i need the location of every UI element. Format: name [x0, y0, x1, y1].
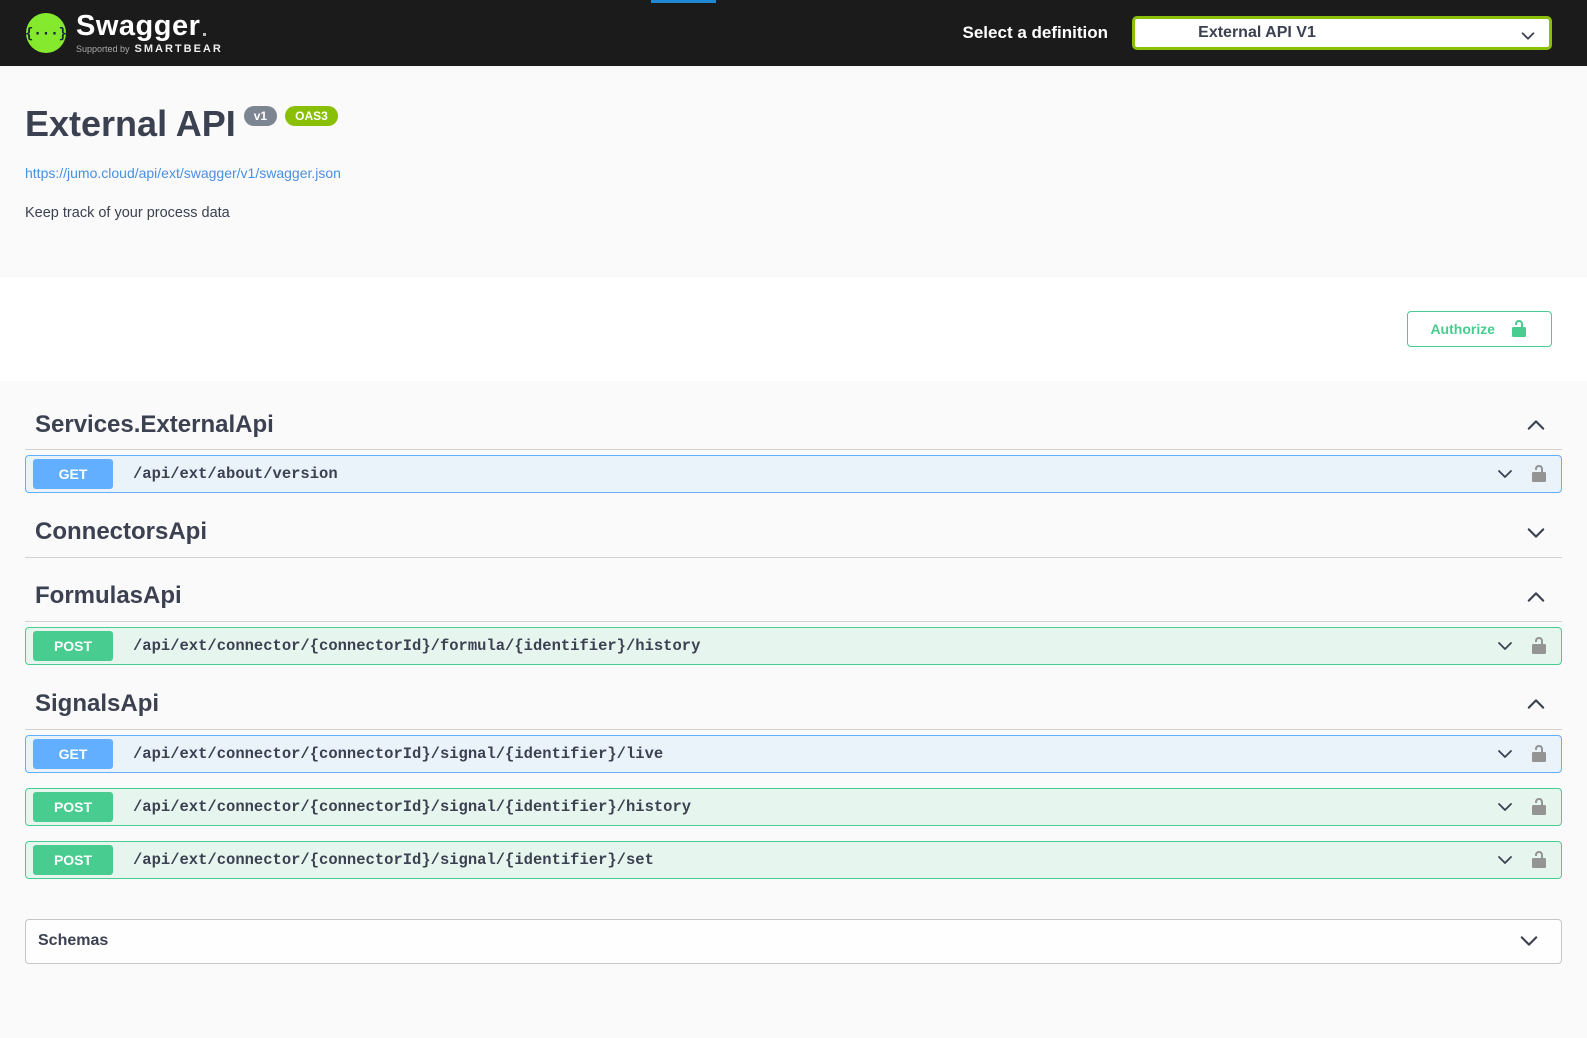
- chevron-up-icon: [1524, 585, 1548, 609]
- chevron-down-icon: [1495, 797, 1515, 817]
- operation-path: /api/ext/connector/{connectorId}/signal/…: [133, 851, 654, 869]
- unlock-icon: [1529, 797, 1549, 817]
- operation-row-formula-history[interactable]: POST /api/ext/connector/{connectorId}/fo…: [25, 627, 1562, 665]
- chevron-down-icon: [1517, 929, 1541, 953]
- unlock-icon: [1529, 464, 1549, 484]
- section-title: SignalsApi: [35, 690, 159, 719]
- accent-strip: [651, 0, 716, 3]
- chevron-up-icon: [1524, 692, 1548, 716]
- operation-row-about-version[interactable]: GET /api/ext/about/version: [25, 455, 1562, 493]
- unlock-icon: [1529, 850, 1549, 870]
- unlock-icon: [1509, 319, 1529, 339]
- schemas-section[interactable]: Schemas: [25, 919, 1562, 964]
- chevron-down-icon: [1495, 850, 1515, 870]
- section-formulasapi: FormulasApi POST /api/ext/connector/{con…: [25, 572, 1562, 665]
- section-connectorsapi: ConnectorsApi: [25, 508, 1562, 558]
- section-signalsapi: SignalsApi GET /api/ext/connector/{conne…: [25, 680, 1562, 879]
- swagger-logo-icon: {···}: [26, 13, 66, 53]
- unlock-icon: [1529, 744, 1549, 764]
- authorize-label: Authorize: [1430, 321, 1495, 337]
- chevron-down-icon: [1524, 521, 1548, 545]
- unlock-icon: [1529, 636, 1549, 656]
- info-section: External API v1 OAS3 https://jumo.cloud/…: [0, 66, 1587, 277]
- section-title: FormulasApi: [35, 582, 182, 611]
- operation-row-signal-live[interactable]: GET /api/ext/connector/{connectorId}/sig…: [25, 735, 1562, 773]
- schemas-title: Schemas: [38, 932, 108, 950]
- supported-by-label: Supported by: [76, 45, 130, 54]
- section-services-externalapi: Services.ExternalApi GET /api/ext/about/…: [25, 401, 1562, 494]
- auth-lock-button[interactable]: [1529, 464, 1549, 484]
- authorize-button[interactable]: Authorize: [1407, 311, 1552, 347]
- brand-name: Swagger: [76, 12, 200, 41]
- svg-text:{···}: {···}: [26, 26, 66, 42]
- operation-row-signal-set[interactable]: POST /api/ext/connector/{connectorId}/si…: [25, 841, 1562, 879]
- swagger-brand: {···} Swagger Supported by SMARTBEAR: [26, 12, 223, 55]
- page-title: External API: [25, 100, 236, 149]
- smartbear-brand: SMARTBEAR: [135, 44, 223, 55]
- version-badge: v1: [244, 106, 277, 126]
- operation-row-signal-history[interactable]: POST /api/ext/connector/{connectorId}/si…: [25, 788, 1562, 826]
- scheme-container: Authorize: [0, 277, 1587, 381]
- auth-lock-button[interactable]: [1529, 797, 1549, 817]
- operation-path: /api/ext/connector/{connectorId}/signal/…: [133, 745, 663, 763]
- chevron-down-icon: [1495, 636, 1515, 656]
- spec-url-link[interactable]: https://jumo.cloud/api/ext/swagger/v1/sw…: [25, 165, 341, 181]
- section-title: Services.ExternalApi: [35, 411, 274, 440]
- auth-lock-button[interactable]: [1529, 636, 1549, 656]
- method-badge: POST: [33, 845, 113, 875]
- topbar: {···} Swagger Supported by SMARTBEAR Sel…: [0, 0, 1587, 66]
- chevron-up-icon: [1524, 413, 1548, 437]
- auth-lock-button[interactable]: [1529, 850, 1549, 870]
- api-description: Keep track of your process data: [25, 205, 1562, 221]
- method-badge: POST: [33, 792, 113, 822]
- operation-path: /api/ext/about/version: [133, 465, 338, 483]
- definition-select-label: Select a definition: [963, 23, 1108, 43]
- method-badge: GET: [33, 739, 113, 769]
- trademark-mark: [203, 33, 206, 36]
- method-badge: POST: [33, 631, 113, 661]
- section-header-connectorsapi[interactable]: ConnectorsApi: [25, 508, 1562, 558]
- definition-select[interactable]: External API V1: [1132, 16, 1552, 50]
- selected-definition: External API V1: [1198, 24, 1316, 42]
- section-header-services-externalapi[interactable]: Services.ExternalApi: [25, 401, 1562, 451]
- method-badge: GET: [33, 459, 113, 489]
- section-title: ConnectorsApi: [35, 518, 207, 547]
- section-header-formulasapi[interactable]: FormulasApi: [25, 572, 1562, 622]
- operation-path: /api/ext/connector/{connectorId}/signal/…: [133, 798, 691, 816]
- chevron-down-icon: [1495, 464, 1515, 484]
- operations-wrapper: Services.ExternalApi GET /api/ext/about/…: [0, 381, 1587, 964]
- chevron-down-icon: [1495, 744, 1515, 764]
- section-header-signalsapi[interactable]: SignalsApi: [25, 680, 1562, 730]
- operation-path: /api/ext/connector/{connectorId}/formula…: [133, 637, 700, 655]
- oas3-badge: OAS3: [285, 106, 338, 126]
- auth-lock-button[interactable]: [1529, 744, 1549, 764]
- chevron-down-icon: [1519, 27, 1537, 45]
